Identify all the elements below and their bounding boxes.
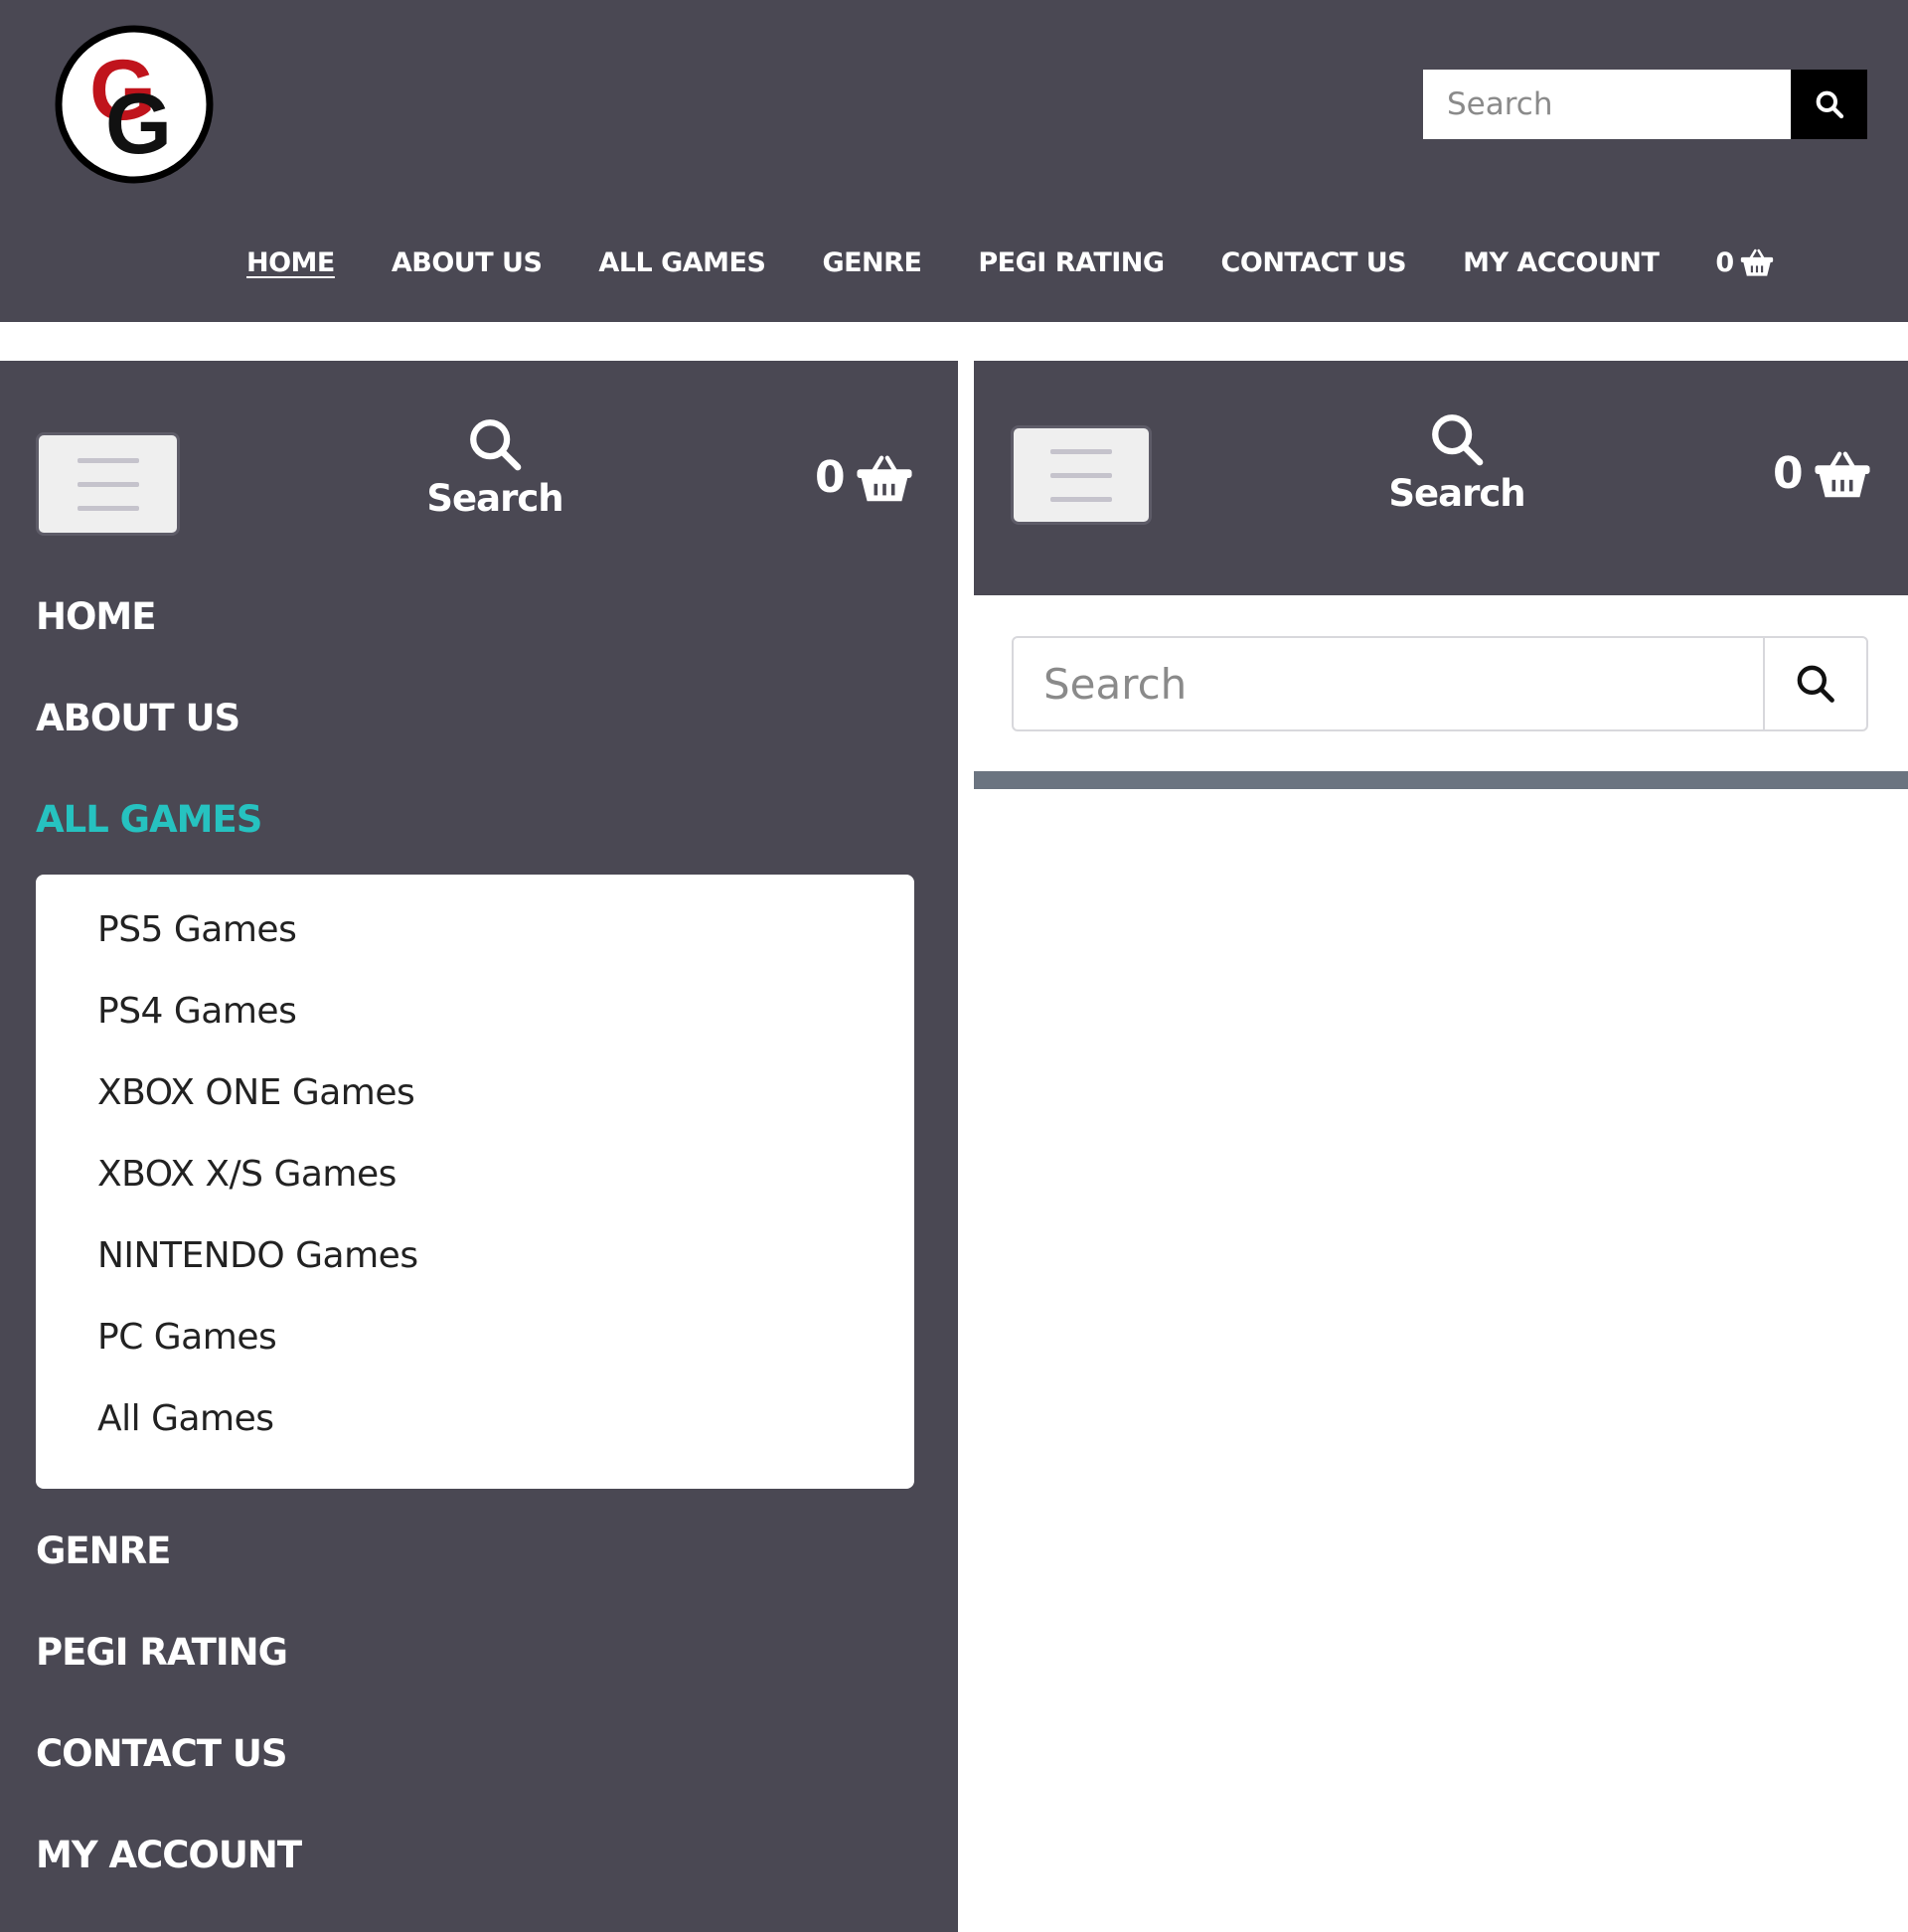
dropdown-item-ps4-games[interactable]: PS4 Games [97, 984, 914, 1065]
desktop-search-input[interactable] [1423, 70, 1791, 139]
mobile-cart-link[interactable]: 0 [1773, 448, 1871, 499]
mobile-nav-home[interactable]: HOME [36, 584, 914, 686]
dropdown-item-nintendo-games[interactable]: NINTENDO Games [97, 1228, 914, 1310]
dropdown-item-pc-games[interactable]: PC Games [97, 1310, 914, 1391]
nav-all-games[interactable]: ALL GAMES [598, 247, 766, 278]
mobile-cart-link[interactable]: 0 [815, 452, 913, 503]
nav-pegi-rating[interactable]: PEGI RATING [978, 247, 1165, 278]
nav-about-us[interactable]: ABOUT US [392, 247, 543, 278]
hamburger-bar [77, 481, 139, 487]
dropdown-item-xbox-xs-games[interactable]: XBOX X/S Games [97, 1147, 914, 1228]
mobile-search-toggle[interactable]: Search [1388, 410, 1526, 515]
hamburger-menu-button[interactable] [1011, 425, 1152, 525]
basket-icon [1741, 248, 1774, 276]
nav-my-account[interactable]: MY ACCOUNT [1463, 247, 1660, 278]
mobile-nav-genre[interactable]: GENRE [36, 1519, 914, 1620]
nav-genre[interactable]: GENRE [822, 247, 921, 278]
hamburger-menu-button[interactable] [36, 432, 180, 536]
hamburger-bar [1050, 448, 1112, 454]
hamburger-bar [77, 505, 139, 511]
hamburger-bar [1050, 472, 1112, 478]
cart-count: 0 [1715, 246, 1735, 278]
cart-count: 0 [815, 452, 846, 503]
mobile-nav-all-games[interactable]: ALL GAMES [36, 787, 914, 888]
mobile-main-nav: HOME ABOUT US ALL GAMES PS5 Games PS4 Ga… [36, 584, 914, 1924]
search-icon [1797, 665, 1834, 703]
divider-bar [974, 771, 1908, 789]
logo-letter-bottom: G [105, 77, 172, 172]
desktop-search-button[interactable] [1791, 70, 1867, 139]
nav-contact-us[interactable]: CONTACT US [1221, 247, 1407, 278]
mobile-search-form [1012, 636, 1868, 731]
mobile-nav-my-account[interactable]: MY ACCOUNT [36, 1823, 914, 1924]
site-logo[interactable]: G G [54, 24, 215, 185]
mobile-menu-expanded-panel: Search 0 HOME ABOUT US ALL GAMES PS5 Gam… [0, 361, 958, 1932]
search-icon [470, 419, 522, 471]
mobile-nav-pegi-rating[interactable]: PEGI RATING [36, 1620, 914, 1721]
search-icon [1816, 90, 1843, 119]
hamburger-bar [77, 457, 139, 463]
mobile-search-button[interactable] [1763, 638, 1866, 729]
hamburger-bar [1050, 496, 1112, 502]
mobile-search-toggle[interactable]: Search [426, 415, 564, 520]
mobile-nav-about-us[interactable]: ABOUT US [36, 686, 914, 787]
nav-home[interactable]: HOME [246, 247, 335, 278]
dropdown-item-ps5-games[interactable]: PS5 Games [97, 902, 914, 984]
search-toggle-label: Search [1388, 472, 1525, 515]
search-icon [1432, 414, 1484, 466]
search-toggle-label: Search [426, 477, 563, 520]
basket-icon [1815, 451, 1870, 497]
mobile-nav-contact-us[interactable]: CONTACT US [36, 1721, 914, 1823]
desktop-header: G G HOME ABOUT US ALL GAMES GENRE PEGI R… [0, 0, 1908, 322]
mobile-search-input[interactable] [1014, 638, 1763, 729]
mobile-header-search-open: Search 0 [974, 361, 1908, 595]
all-games-dropdown: PS5 Games PS4 Games XBOX ONE Games XBOX … [36, 875, 914, 1489]
dropdown-item-xbox-one-games[interactable]: XBOX ONE Games [97, 1065, 914, 1147]
desktop-search-form [1423, 70, 1867, 139]
desktop-cart-link[interactable]: 0 [1715, 247, 1774, 278]
cart-count: 0 [1773, 448, 1804, 499]
basket-icon [857, 455, 912, 501]
desktop-main-nav: HOME ABOUT US ALL GAMES GENRE PEGI RATIN… [246, 242, 1774, 282]
dropdown-item-all-games[interactable]: All Games [97, 1391, 914, 1473]
